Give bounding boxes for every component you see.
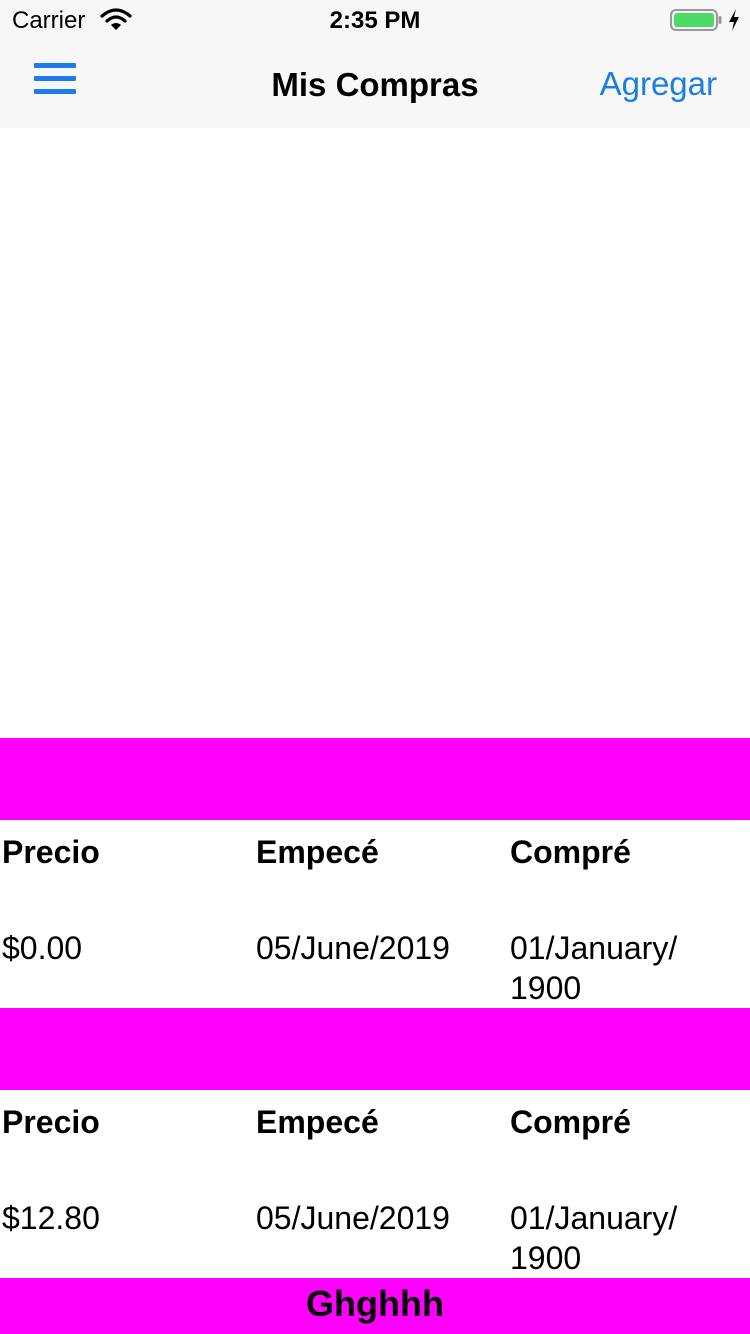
started-header: Empecé bbox=[256, 834, 379, 870]
bottom-bar-label: Ghghhh bbox=[306, 1283, 444, 1324]
bottom-bar[interactable]: Ghghhh bbox=[0, 1278, 750, 1334]
bought-date-line: 01/January/ bbox=[510, 930, 678, 966]
started-header: Empecé bbox=[256, 1104, 379, 1140]
card-header-band bbox=[0, 738, 750, 820]
price-header: Precio bbox=[2, 1104, 100, 1140]
bought-date-line: 1900 bbox=[510, 970, 582, 1006]
status-bar: Carrier 2:35 PM bbox=[0, 0, 750, 40]
bought-date: 01/January/ 1900 bbox=[510, 928, 750, 1008]
navigation-bar: Mis Compras Agregar bbox=[0, 40, 750, 128]
content-empty-area bbox=[0, 128, 750, 738]
started-date: 05/June/2019 bbox=[256, 930, 450, 966]
bolt-icon bbox=[729, 9, 739, 31]
bought-date: 01/January/ 1900 bbox=[510, 1198, 750, 1278]
started-date: 05/June/2019 bbox=[256, 1200, 450, 1236]
price-value: $0.00 bbox=[2, 930, 83, 966]
bought-header: Compré bbox=[510, 834, 631, 870]
bought-header: Compré bbox=[510, 1104, 631, 1140]
card-header-band bbox=[0, 1008, 750, 1090]
battery-icon bbox=[670, 9, 722, 31]
card-body: Precio Empecé Compré $0.00 05/June/2019 … bbox=[0, 820, 750, 1008]
price-header: Precio bbox=[2, 834, 100, 870]
card-body: Precio Empecé Compré $12.80 05/June/2019… bbox=[0, 1090, 750, 1278]
bought-date-line: 1900 bbox=[510, 1240, 582, 1276]
price-value: $12.80 bbox=[2, 1200, 100, 1236]
bought-date-line: 01/January/ bbox=[510, 1200, 678, 1236]
add-button[interactable]: Agregar bbox=[600, 65, 717, 103]
status-time: 2:35 PM bbox=[329, 7, 421, 34]
